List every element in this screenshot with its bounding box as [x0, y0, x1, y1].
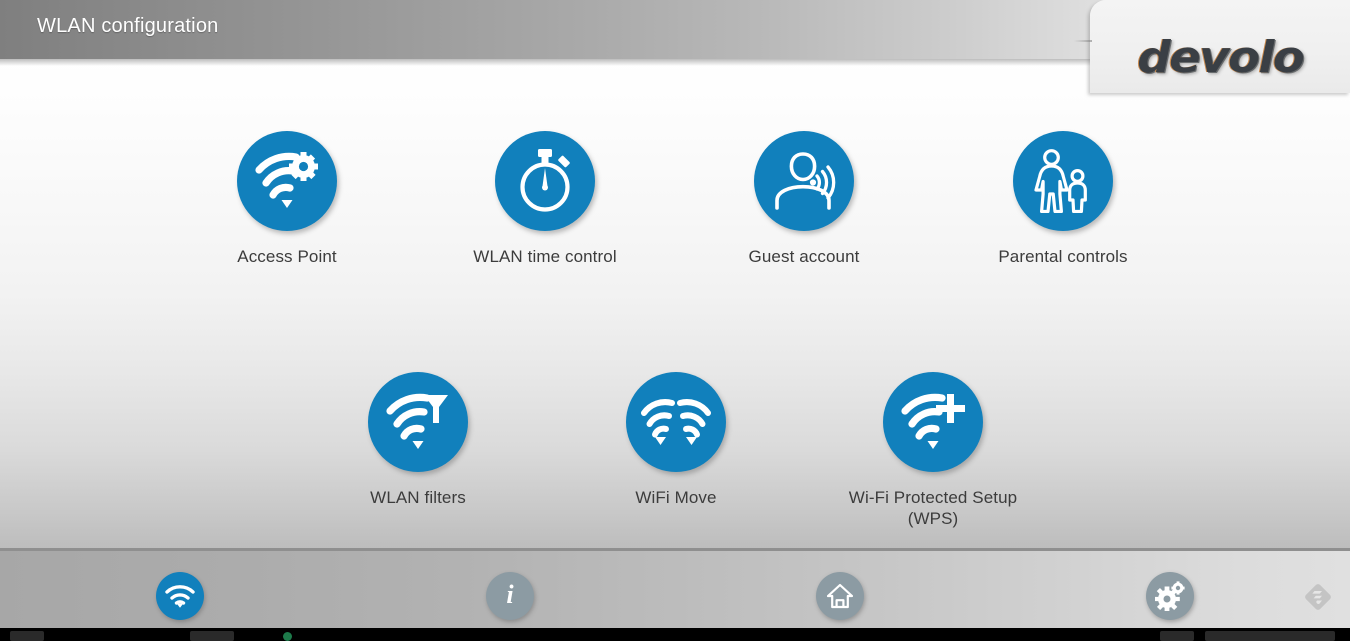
footer-toolbar: i	[0, 548, 1350, 628]
tile-wps[interactable]: Wi-Fi Protected Setup (WPS)	[838, 372, 1028, 529]
gears-icon	[1155, 581, 1185, 611]
taskbar-chip	[190, 631, 234, 641]
diamond-icon	[1301, 580, 1335, 614]
tile-label: Parental controls	[998, 247, 1128, 266]
tile-label: WLAN time control	[473, 247, 617, 266]
tile-label: Wi-Fi Protected Setup (WPS)	[848, 488, 1018, 528]
devolo-wlan-configuration-page: WLAN configuration devolo Access Point W…	[0, 0, 1350, 641]
tile-wlan-filters[interactable]: WLAN filters	[323, 372, 513, 508]
tile-label: WiFi Move	[635, 488, 717, 507]
brand-logo-plate: devolo	[1090, 0, 1350, 93]
header-notch	[1074, 40, 1092, 42]
taskbar-chip	[10, 631, 44, 641]
main-content: Access Point WLAN time control Guest acc…	[0, 59, 1350, 548]
home-icon	[827, 583, 853, 609]
tile-wifi-move[interactable]: WiFi Move	[581, 372, 771, 508]
tile-grid: Access Point WLAN time control Guest acc…	[0, 59, 1350, 548]
info-icon: i	[506, 580, 514, 609]
tile-parental-controls[interactable]: Parental controls	[968, 131, 1158, 267]
footer-item-logout[interactable]	[1298, 577, 1338, 617]
tile-label: WLAN filters	[370, 488, 466, 507]
wifi-plus-icon	[883, 372, 983, 472]
tile-label: Guest account	[748, 247, 860, 266]
devolo-logo: devolo	[1090, 0, 1350, 93]
footer-item-home[interactable]	[816, 572, 864, 620]
tile-access-point[interactable]: Access Point	[192, 131, 382, 267]
taskbar-chip	[1160, 631, 1194, 641]
stopwatch-icon	[495, 131, 595, 231]
tile-wlan-time-control[interactable]: WLAN time control	[450, 131, 640, 267]
tile-label: Access Point	[237, 247, 337, 266]
taskbar-chip	[1205, 631, 1335, 641]
wifi-filter-icon	[368, 372, 468, 472]
footer-item-settings[interactable]	[1146, 572, 1194, 620]
footer-item-info[interactable]: i	[486, 572, 534, 620]
user-wifi-icon	[754, 131, 854, 231]
taskbar-indicator	[283, 632, 292, 641]
wifi-icon	[165, 584, 195, 608]
devolo-logo-text: devolo	[1137, 32, 1305, 83]
wifi-gear-icon	[237, 131, 337, 231]
os-taskbar-strip	[0, 628, 1350, 641]
double-wifi-icon	[626, 372, 726, 472]
tile-guest-account[interactable]: Guest account	[709, 131, 899, 267]
footer-item-wlan[interactable]	[156, 572, 204, 620]
page-title: WLAN configuration	[37, 15, 219, 37]
parent-child-icon	[1013, 131, 1113, 231]
